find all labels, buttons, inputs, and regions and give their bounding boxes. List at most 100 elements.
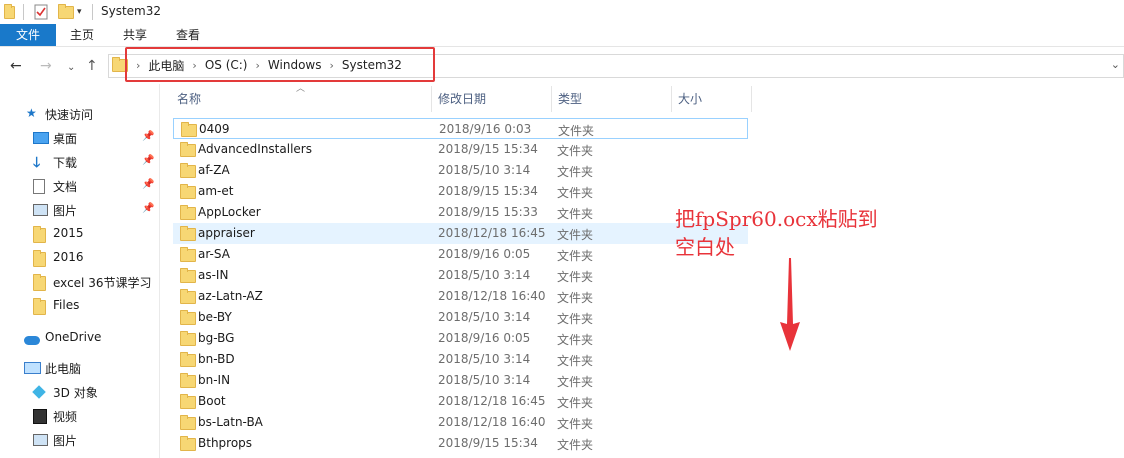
folder-icon [33,274,46,294]
file-name: az-Latn-AZ [198,289,263,303]
pin-icon[interactable]: 📌 [142,131,154,142]
annotation-line-2: 空白处 [675,235,735,259]
sidebar-item-onedrive[interactable]: OneDrive [0,326,160,350]
file-row[interactable]: am-et 2018/9/15 15:34 文件夹 [173,181,748,202]
column-header-size[interactable]: 大小 [678,86,748,112]
tab-view[interactable]: 查看 [170,24,206,46]
file-row[interactable]: AppLocker 2018/9/15 15:33 文件夹 [173,202,748,223]
chevron-down-icon[interactable]: ⌄ [1111,58,1120,71]
file-type: 文件夹 [557,165,594,179]
file-type: 文件夹 [558,124,595,138]
up-arrow-icon[interactable]: ↑ [86,58,98,74]
highlight-box [125,47,435,82]
file-row[interactable]: ar-SA 2018/9/16 0:05 文件夹 [173,244,748,265]
file-type: 文件夹 [557,312,594,326]
back-arrow-icon[interactable]: ← [10,58,22,74]
file-date: 2018/12/18 16:45 [438,226,546,240]
column-divider[interactable] [671,86,672,112]
file-date: 2018/5/10 3:14 [438,373,531,387]
column-header-type[interactable]: 类型 [558,86,668,112]
new-folder-icon[interactable] [58,3,74,20]
file-type: 文件夹 [557,186,594,200]
folder-icon [180,142,196,160]
cloud-icon [24,334,40,348]
pin-icon[interactable]: 📌 [142,179,154,190]
file-row[interactable]: appraiser 2018/12/18 16:45 文件夹 [173,223,748,244]
file-row[interactable]: AdvancedInstallers 2018/9/15 15:34 文件夹 [173,139,748,160]
file-row[interactable]: Boot 2018/12/18 16:45 文件夹 [173,391,748,412]
sidebar-item-desktop[interactable]: 桌面 📌 [0,126,160,150]
tab-file[interactable]: 文件 [0,24,56,46]
sidebar-item-downloads[interactable]: 🡓 下载 📌 [0,150,160,174]
file-type: 文件夹 [557,396,594,410]
file-row[interactable]: az-Latn-AZ 2018/12/18 16:40 文件夹 [173,286,748,307]
sidebar-item-3d-objects[interactable]: 3D 对象 [0,380,160,404]
file-name: bn-BD [198,352,235,366]
column-header-name[interactable]: 名称 [177,86,427,112]
file-type: 文件夹 [557,375,594,389]
document-icon [33,179,45,197]
properties-icon[interactable] [34,4,48,20]
file-row[interactable]: af-ZA 2018/5/10 3:14 文件夹 [173,160,748,181]
file-date: 2018/5/10 3:14 [438,310,531,324]
file-date: 2018/9/15 15:34 [438,436,538,450]
file-row[interactable]: be-BY 2018/5/10 3:14 文件夹 [173,307,748,328]
file-row[interactable]: bn-IN 2018/5/10 3:14 文件夹 [173,370,748,391]
pane-divider[interactable] [159,84,160,458]
sidebar-item-this-pc[interactable]: 此电脑 [0,356,160,380]
folder-icon [180,373,196,391]
sidebar-item-label: 2016 [53,250,84,264]
file-row[interactable]: bg-BG 2018/9/16 0:05 文件夹 [173,328,748,349]
pin-icon[interactable]: 📌 [142,155,154,166]
file-type: 文件夹 [557,417,594,431]
navigation-pane: ★ 快速访问 桌面 📌 🡓 下载 📌 文档 📌 图片 📌 2015 2016 e… [0,98,160,458]
file-type: 文件夹 [557,144,594,158]
sidebar-item-pictures[interactable]: 图片 📌 [0,198,160,222]
column-divider[interactable] [431,86,432,112]
file-date: 2018/9/15 15:34 [438,184,538,198]
sidebar-item-folder-excel[interactable]: excel 36节课学习 [0,270,160,294]
download-icon: 🡓 [33,155,41,171]
file-row[interactable]: bn-BD 2018/5/10 3:14 文件夹 [173,349,748,370]
sidebar-item-folder-files[interactable]: Files [0,294,160,318]
sidebar-item-documents[interactable]: 文档 📌 [0,174,160,198]
column-divider[interactable] [751,86,752,112]
folder-icon [180,205,196,223]
file-type: 文件夹 [557,291,594,305]
file-name: as-IN [198,268,229,282]
sidebar-item-videos[interactable]: 视频 [0,404,160,428]
file-row[interactable]: bs-Latn-BA 2018/12/18 16:40 文件夹 [173,412,748,433]
tab-home[interactable]: 主页 [64,24,100,46]
column-header-date[interactable]: 修改日期 [438,86,548,112]
folder-icon [180,394,196,412]
folder-icon [180,268,196,286]
sidebar-item-folder-2016[interactable]: 2016 [0,246,160,270]
column-divider[interactable] [551,86,552,112]
file-date: 2018/5/10 3:14 [438,352,531,366]
sidebar-item-label: OneDrive [45,330,102,344]
file-name: Boot [198,394,226,408]
sidebar-item-label: 此电脑 [45,362,82,376]
file-row[interactable]: 0409 2018/9/16 0:03 文件夹 [173,118,748,139]
forward-arrow-icon[interactable]: → [40,58,52,74]
sidebar-item-label: 图片 [53,434,78,448]
sidebar-item-folder-2015[interactable]: 2015 [0,222,160,246]
pin-icon[interactable]: 📌 [142,203,154,214]
video-icon [33,409,47,427]
file-name: Bthprops [198,436,253,450]
file-row[interactable]: Bthprops 2018/9/15 15:34 文件夹 [173,433,748,454]
file-name: appraiser [198,226,255,240]
customize-toolbar-icon[interactable]: ▾ [77,4,82,20]
folder-icon [181,122,197,140]
file-type: 文件夹 [557,333,594,347]
sidebar-item-label: 快速访问 [45,108,94,122]
file-row[interactable]: as-IN 2018/5/10 3:14 文件夹 [173,265,748,286]
sidebar-item-quick-access[interactable]: ★ 快速访问 [0,102,160,126]
tab-share[interactable]: 共享 [117,24,153,46]
folder-icon [180,247,196,265]
folder-icon [180,289,196,307]
recent-locations-icon[interactable]: ⌄ [67,60,75,76]
file-date: 2018/9/15 15:33 [438,205,538,219]
file-type: 文件夹 [557,438,594,452]
sidebar-item-pictures-pc[interactable]: 图片 [0,428,160,452]
